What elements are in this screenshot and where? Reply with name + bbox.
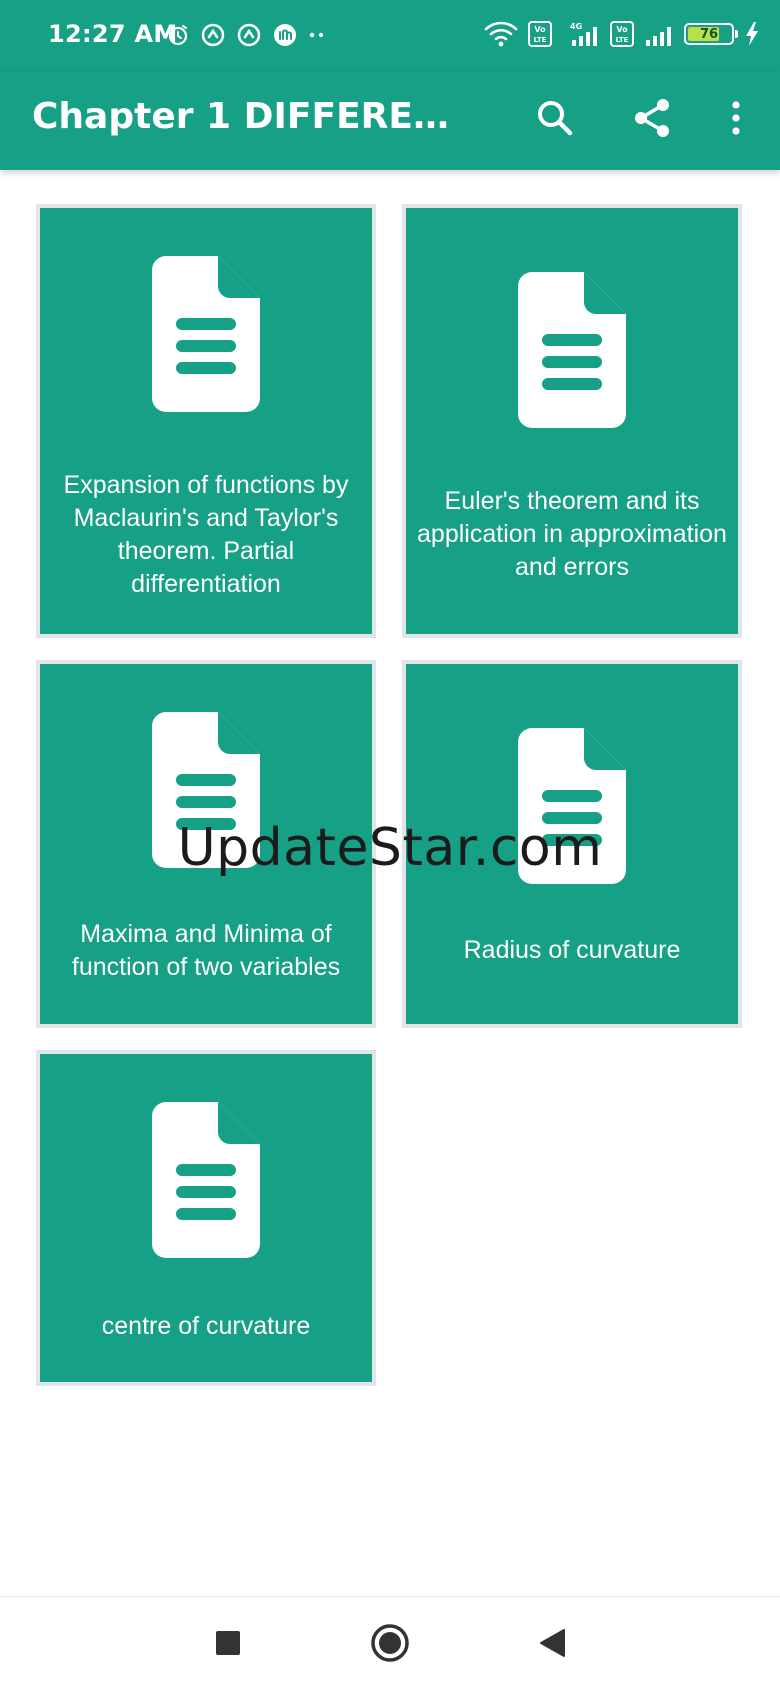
svg-text:Vo: Vo (616, 25, 628, 34)
document-icon (152, 1102, 260, 1258)
more-vert-icon (730, 100, 742, 140)
volte-icon: Vo LTE (610, 21, 634, 47)
volte-icon: Vo LTE (528, 21, 552, 47)
status-system-icons: Vo LTE 4G Vo LTE 76 (484, 20, 760, 48)
topic-card-label: Radius of curvature (463, 936, 681, 964)
svg-text:LTE: LTE (534, 36, 547, 44)
battery-icon: 76 (684, 23, 738, 45)
app-notification-icon (236, 22, 262, 48)
svg-text:4G: 4G (570, 22, 582, 31)
signal-icon (644, 20, 674, 48)
topic-card[interactable]: centre of curvature (36, 1050, 376, 1386)
charging-icon (744, 21, 760, 47)
recents-square-icon (215, 1630, 241, 1660)
alarm-icon (166, 23, 190, 47)
share-button[interactable] (622, 90, 682, 150)
back-button[interactable] (526, 1619, 578, 1671)
signal-icon: 4G (562, 20, 600, 48)
wifi-icon (484, 20, 518, 48)
home-button[interactable] (364, 1619, 416, 1671)
app-notification-icon (200, 22, 226, 48)
app-screen: 12:27 AM Vo LTE 4G Vo LTE 76 Chapter 1 D… (0, 0, 780, 1690)
battery-level: 76 (699, 26, 719, 42)
search-button[interactable] (525, 90, 585, 150)
svg-text:Vo: Vo (534, 25, 546, 34)
topic-card-label: Euler's theorem and its application in a… (417, 487, 727, 581)
status-time: 12:27 AM (48, 20, 178, 48)
battery-tip (735, 30, 738, 38)
svg-text:LTE: LTE (616, 36, 629, 44)
more-dots-icon (308, 23, 326, 47)
document-icon (152, 256, 260, 412)
home-circle-icon (370, 1623, 410, 1667)
topic-card-label: Expansion of functions by Maclaurin's an… (63, 471, 349, 598)
topic-card[interactable]: Euler's theorem and its application in a… (402, 204, 742, 638)
page-title: Chapter 1 DIFFERENTIAL CALCULUS (32, 96, 472, 137)
app-notification-icon (272, 22, 298, 48)
more-options-button[interactable] (706, 90, 766, 150)
search-icon (535, 98, 575, 142)
document-icon (518, 272, 626, 428)
topic-card-label: centre of curvature (101, 1312, 311, 1340)
topic-card[interactable]: Expansion of functions by Maclaurin's an… (36, 204, 376, 638)
recents-button[interactable] (202, 1619, 254, 1671)
status-bar: 12:27 AM Vo LTE 4G Vo LTE 76 (0, 0, 780, 72)
navigation-bar (0, 1596, 780, 1690)
back-triangle-icon (538, 1628, 566, 1662)
watermark: UpdateStar.com (177, 818, 603, 878)
app-bar: Chapter 1 DIFFERENTIAL CALCULUS (0, 72, 780, 170)
share-icon (631, 97, 673, 143)
topic-card-label: Maxima and Minima of function of two var… (71, 920, 341, 981)
status-notification-icons (166, 22, 326, 48)
